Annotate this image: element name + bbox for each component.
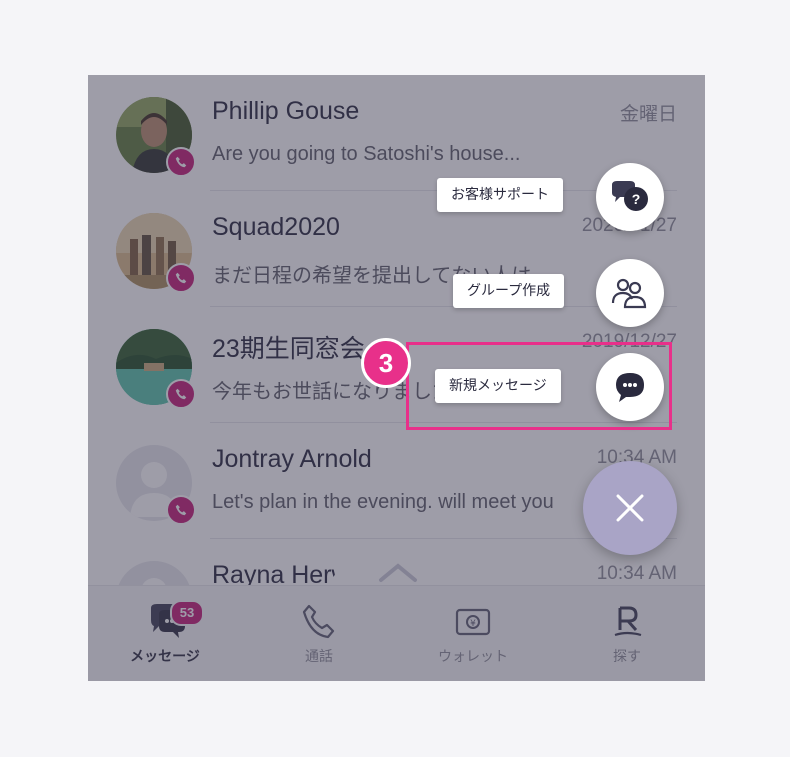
close-fab-button[interactable] [583,461,677,555]
close-icon [616,494,644,522]
create-group-button[interactable] [596,259,664,327]
support-label[interactable]: お客様サポート [437,178,563,212]
support-chat-icon: ? [612,181,648,211]
support-button[interactable]: ? [596,163,664,231]
step-number-badge: 3 [361,338,411,388]
svg-text:?: ? [632,191,641,207]
step-highlight-box [406,342,672,430]
create-group-label[interactable]: グループ作成 [453,274,565,308]
group-icon [611,278,647,309]
